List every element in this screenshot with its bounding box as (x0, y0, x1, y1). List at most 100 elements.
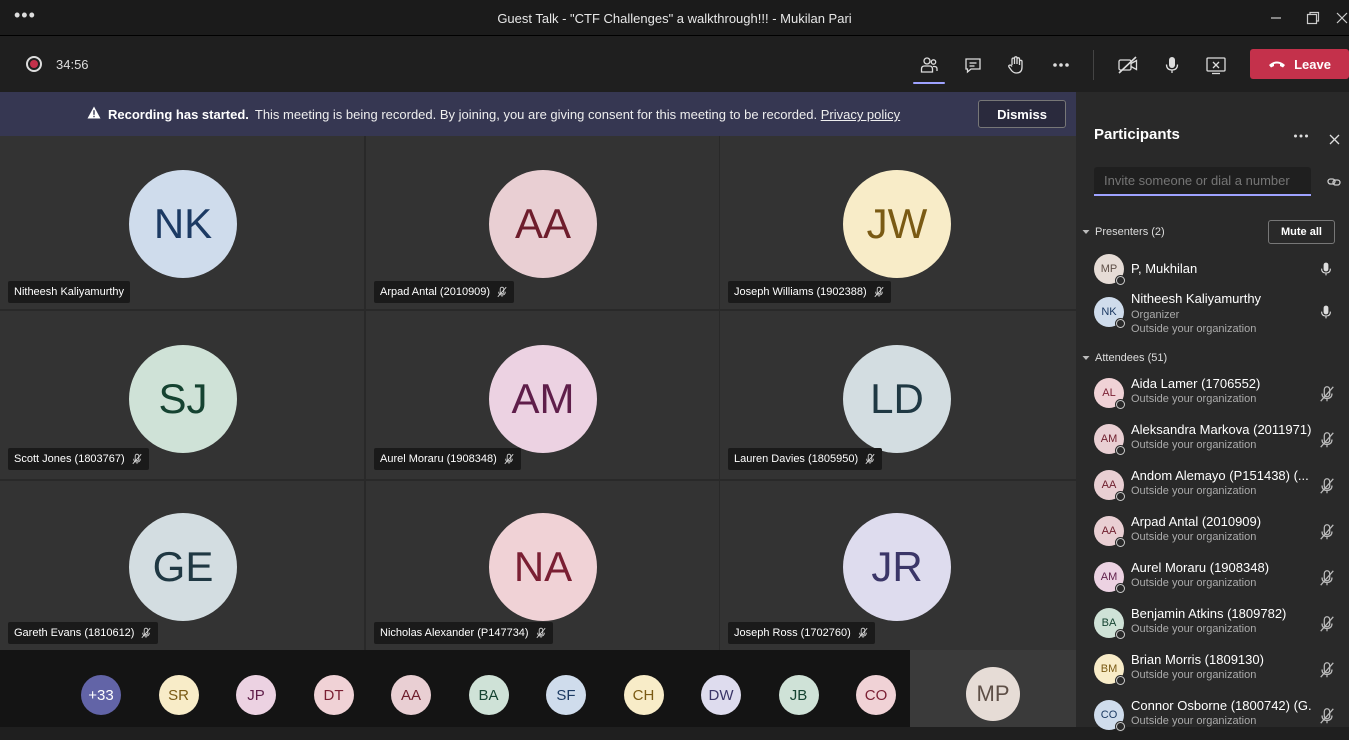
participant-mic-button[interactable] (1318, 523, 1336, 546)
microphone-muted-icon (1320, 662, 1334, 678)
video-tile[interactable]: AA Arpad Antal (2010909) (366, 136, 719, 309)
participant-avatar: CO (1094, 700, 1126, 732)
participant-name-tag: Nicholas Alexander (P147734) (374, 622, 553, 644)
participant-subtitle: Outside your organization (1131, 623, 1257, 635)
show-participants-button[interactable] (913, 51, 945, 84)
participant-avatar[interactable]: CH (623, 675, 664, 715)
participant-mic-button[interactable] (1318, 661, 1336, 684)
video-tile[interactable]: AM Aurel Moraru (1908348) (366, 311, 719, 479)
participant-avatar: AM (1094, 424, 1126, 456)
microphone-muted-icon (504, 453, 514, 465)
minimize-button[interactable] (1258, 0, 1294, 36)
avatar-initials: BM (1100, 663, 1118, 675)
participant-avatar[interactable]: DW (701, 675, 741, 715)
participant-avatar[interactable]: SF (546, 675, 586, 715)
video-tile[interactable]: JR Joseph Ross (1702760) (720, 481, 1076, 650)
avatar-initials: AL (1102, 387, 1116, 399)
participant-row[interactable]: AM Aurel Moraru (1908348) Outside your org… (1076, 558, 1349, 602)
overflow-participant-strip: +33 SR JP DT AA BA SF CH DW JB CO (0, 650, 910, 727)
participant-avatar: AA (1094, 470, 1126, 502)
link-icon (1327, 178, 1341, 186)
participant-name: Scott Jones (1803767) (14, 453, 125, 465)
presenters-section-header[interactable]: Presenters (2) (1082, 226, 1165, 238)
video-tile[interactable]: SJ Scott Jones (1803767) (0, 311, 364, 479)
participant-avatar: JR (843, 513, 951, 621)
video-tile[interactable]: LD Lauren Davies (1805950) (720, 311, 1076, 479)
camera-toggle-button[interactable] (1113, 51, 1143, 79)
avatar-initials: CO (1100, 709, 1118, 721)
participant-avatar[interactable]: JB (778, 675, 819, 715)
dismiss-button[interactable]: Dismiss (978, 100, 1066, 128)
participant-subtitle: Outside your organization (1131, 485, 1257, 497)
participant-avatar[interactable]: CO (856, 675, 896, 715)
attendees-section-header[interactable]: Attendees (51) (1082, 352, 1167, 364)
participant-name: Aurel Moraru (1908348) (1131, 560, 1270, 575)
recording-banner: Recording has started. This meeting is be… (0, 92, 1076, 136)
participant-row[interactable]: AA Arpad Antal (2010909) Outside your orga… (1076, 512, 1349, 556)
participant-row[interactable]: NK Nitheesh Kaliyamurthy Organizer Outside … (1076, 291, 1349, 337)
participant-avatar[interactable]: DT (313, 675, 354, 715)
participant-subtitle: Outside your organization (1131, 439, 1257, 451)
participant-mic-button[interactable] (1318, 261, 1334, 282)
share-invite-button[interactable] (1327, 175, 1341, 193)
camera-off-icon (1118, 56, 1138, 74)
participant-avatar: AM (1094, 562, 1126, 594)
participant-mic-button[interactable] (1318, 569, 1336, 592)
participant-name-tag: Gareth Evans (1810612) (8, 622, 159, 644)
video-tile[interactable]: NK Nitheesh Kaliyamurthy (0, 136, 364, 309)
presence-status-icon (1115, 629, 1126, 640)
show-conversation-button[interactable] (958, 51, 988, 79)
microphone-muted-icon (1320, 432, 1334, 448)
close-window-button[interactable] (1324, 0, 1349, 36)
panel-more-options-button[interactable] (1293, 128, 1309, 146)
microphone-muted-icon (1320, 386, 1334, 402)
share-content-button[interactable] (1201, 51, 1231, 79)
participant-avatar[interactable]: SR (158, 675, 199, 715)
participant-name: Arpad Antal (2010909) (380, 286, 491, 298)
chat-icon (965, 58, 981, 74)
participant-name: Gareth Evans (1810612) (14, 627, 135, 639)
participant-avatar: NK (129, 170, 237, 278)
participant-mic-button[interactable] (1318, 431, 1336, 454)
microphone-toggle-button[interactable] (1157, 51, 1187, 79)
microphone-icon (1165, 57, 1179, 73)
raise-hand-button[interactable] (1001, 51, 1031, 79)
participant-row[interactable]: CO Connor Osborne (1800742) (G... Outside … (1076, 696, 1349, 740)
participant-row[interactable]: AL Aida Lamer (1706552) Outside your organ… (1076, 374, 1349, 418)
participant-row[interactable]: AA Andom Alemayo (P151438) (... Outside yo… (1076, 466, 1349, 510)
video-tile[interactable]: JW Joseph Williams (1902388) (720, 136, 1076, 309)
participant-row[interactable]: BA Benjamin Atkins (1809782) Outside your … (1076, 604, 1349, 648)
participant-mic-button[interactable] (1318, 615, 1336, 638)
participant-avatar[interactable]: BA (468, 675, 509, 715)
participants-icon (920, 57, 938, 73)
close-panel-button[interactable] (1329, 132, 1340, 150)
video-tile[interactable]: NA Nicholas Alexander (P147734) (366, 481, 719, 650)
participant-avatar[interactable]: AA (391, 675, 431, 715)
participant-avatar: BA (1094, 608, 1126, 640)
participant-mic-button[interactable] (1318, 477, 1336, 500)
window-title: Guest Talk - "CTF Challenges" a walkthro… (497, 11, 852, 26)
participant-row[interactable]: AM Aleksandra Markova (2011971) Outside yo… (1076, 420, 1349, 464)
presence-status-icon (1115, 491, 1126, 502)
mute-all-button[interactable]: Mute all (1268, 220, 1335, 244)
participant-avatar: AA (489, 170, 597, 278)
hang-up-icon (1269, 61, 1286, 68)
participant-avatar[interactable]: JP (236, 675, 276, 715)
avatar-initials: AA (1101, 525, 1117, 537)
participant-mic-button[interactable] (1318, 385, 1336, 408)
participant-subtitle: Organizer (1131, 309, 1180, 321)
participant-row[interactable]: MP P, Mukhilan (1076, 250, 1349, 294)
more-actions-button[interactable] (1046, 51, 1076, 79)
panel-title: Participants (1094, 126, 1180, 143)
self-video-tile[interactable]: MP (910, 650, 1076, 727)
minimize-icon (1271, 17, 1281, 19)
privacy-policy-link[interactable]: Privacy policy (821, 107, 900, 122)
participant-mic-button[interactable] (1318, 304, 1334, 325)
participant-row[interactable]: BM Brian Morris (1809130) Outside your org… (1076, 650, 1349, 694)
invite-input[interactable] (1094, 167, 1311, 196)
avatar-initials: MP (1100, 263, 1118, 275)
more-participants-avatar[interactable]: +33 (81, 675, 121, 715)
participant-name: Connor Osborne (1800742) (G... (1131, 698, 1311, 713)
leave-meeting-button[interactable]: Leave (1250, 49, 1349, 79)
video-tile[interactable]: GE Gareth Evans (1810612) (0, 481, 364, 650)
